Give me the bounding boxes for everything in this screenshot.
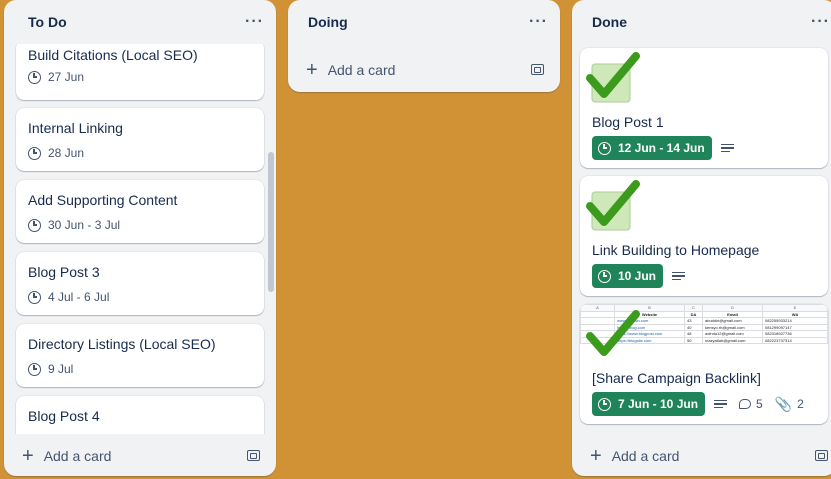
green-check-icon [586, 310, 640, 356]
card-title: Blog Post 4 [28, 408, 100, 424]
due-date-text: 4 Jul - 6 Jul [48, 290, 110, 304]
description-icon [714, 398, 728, 411]
paperclip-icon: 📎 [774, 395, 793, 412]
list-menu-button[interactable]: ··· [811, 14, 830, 30]
add-card-label: Add a card [43, 448, 112, 464]
card[interactable]: Blog Post 4 [16, 396, 264, 434]
description-icon [672, 270, 686, 283]
comment-icon [739, 399, 752, 409]
clock-icon [598, 141, 611, 155]
clock-icon [28, 290, 41, 304]
card-template-icon[interactable] [815, 450, 828, 461]
card-title: Link Building to Homepage [592, 242, 760, 258]
card[interactable]: Blog Post 3 4 Jul - 6 Jul [16, 252, 264, 315]
due-date-text: 9 Jul [48, 362, 74, 376]
card-due-date: 27 Jun [28, 70, 84, 84]
due-date-text: 28 Jun [48, 146, 85, 160]
description-icon [720, 142, 734, 155]
card-badges: 10 Jun [592, 264, 686, 288]
add-card-label: Add a card [611, 448, 680, 464]
clock-icon [598, 269, 611, 283]
green-check-icon [586, 52, 640, 103]
list-done: Done ··· Blog Post 1 12 Jun - 14 Jun Lin… [572, 0, 831, 476]
clock-icon [598, 397, 611, 411]
comments-badge: 5 [739, 397, 763, 411]
card[interactable]: Link Building to Homepage 10 Jun [580, 176, 828, 296]
card-due-date: 9 Jul [28, 362, 73, 376]
card-due-date: 4 Jul - 6 Jul [28, 290, 109, 304]
list-title[interactable]: To Do [28, 14, 67, 30]
due-date-text: 27 Jun [48, 70, 85, 84]
list-doing: Doing ··· + Add a card [288, 0, 560, 92]
add-card-button[interactable]: + Add a card [580, 440, 831, 472]
add-card-label: Add a card [327, 62, 396, 78]
card-list: Build Citations (Local SEO) 27 Jun Inter… [4, 44, 276, 434]
card[interactable]: A B C D E Website DA Email WA www.domain… [580, 304, 828, 424]
due-date-badge-complete[interactable]: 12 Jun - 14 Jun [592, 136, 712, 160]
comments-count: 5 [756, 397, 763, 411]
due-date-text: 12 Jun - 14 Jun [618, 141, 705, 155]
add-card-button[interactable]: + Add a card [296, 54, 552, 86]
clock-icon [28, 70, 41, 84]
plus-icon: + [590, 445, 602, 467]
card-title: Directory Listings (Local SEO) [28, 336, 216, 352]
list-header: Done ··· [572, 0, 831, 44]
attachments-badge: 📎 2 [775, 396, 804, 413]
clock-icon [28, 218, 41, 232]
card-title: Internal Linking [28, 120, 123, 136]
list-header: To Do ··· [4, 0, 276, 44]
card[interactable]: Internal Linking 28 Jun [16, 108, 264, 171]
card[interactable]: Blog Post 1 12 Jun - 14 Jun [580, 48, 828, 168]
list-menu-button[interactable]: ··· [245, 14, 264, 30]
clock-icon [28, 362, 41, 376]
card-badges: 12 Jun - 14 Jun [592, 136, 734, 160]
card[interactable]: Add Supporting Content 30 Jun - 3 Jul [16, 180, 264, 243]
card-template-icon[interactable] [247, 450, 260, 461]
card-template-icon[interactable] [531, 64, 544, 75]
due-date-text: 7 Jun - 10 Jun [618, 397, 699, 411]
attachments-count: 2 [797, 397, 804, 411]
list-header: Doing ··· [288, 0, 560, 44]
clock-icon [28, 146, 41, 160]
card-title: Blog Post 1 [592, 114, 664, 130]
plus-icon: + [306, 59, 318, 81]
card-title: Blog Post 3 [28, 264, 100, 280]
green-check-icon [586, 180, 640, 231]
card[interactable]: Build Citations (Local SEO) 27 Jun [16, 44, 264, 100]
list-todo: To Do ··· Build Citations (Local SEO) 27… [4, 0, 276, 476]
card-due-date: 30 Jun - 3 Jul [28, 218, 120, 232]
scrollbar-thumb[interactable] [268, 152, 274, 292]
list-menu-button[interactable]: ··· [529, 14, 548, 30]
due-date-badge-complete[interactable]: 7 Jun - 10 Jun [592, 392, 706, 416]
due-date-badge-complete[interactable]: 10 Jun [592, 264, 664, 288]
card-title: Add Supporting Content [28, 192, 178, 208]
list-title[interactable]: Doing [308, 14, 348, 30]
add-card-button[interactable]: + Add a card [12, 440, 268, 472]
card-badges: 7 Jun - 10 Jun 5 📎 2 [592, 392, 804, 416]
card-title: [Share Campaign Backlink] [592, 370, 761, 386]
due-date-text: 10 Jun [618, 269, 657, 283]
plus-icon: + [22, 445, 34, 467]
card[interactable]: Directory Listings (Local SEO) 9 Jul [16, 324, 264, 387]
due-date-text: 30 Jun - 3 Jul [48, 218, 121, 232]
card-due-date: 28 Jun [28, 146, 84, 160]
card-title: Build Citations (Local SEO) [28, 47, 198, 63]
list-title[interactable]: Done [592, 14, 627, 30]
